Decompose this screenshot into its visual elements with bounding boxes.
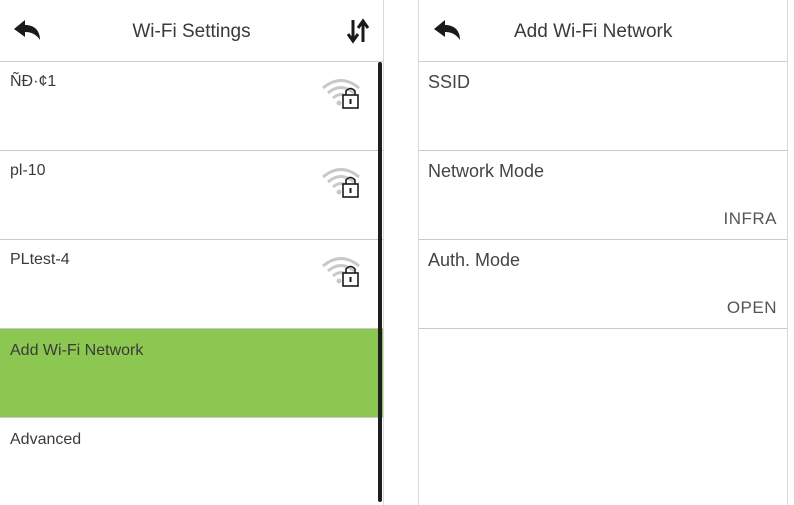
auth-mode-field[interactable]: Auth. Mode OPEN (419, 240, 787, 329)
wifi-settings-header: Wi-Fi Settings (0, 0, 383, 62)
page-title: Add Wi-Fi Network (514, 21, 673, 42)
sort-arrows-icon[interactable] (345, 18, 371, 44)
advanced-item[interactable]: Advanced (0, 418, 383, 505)
menu-item-label: Advanced (10, 431, 82, 448)
add-wifi-network-screen: Add Wi-Fi Network SSID Network Mode INFR… (418, 0, 788, 505)
wifi-locked-icon (322, 79, 360, 109)
network-ssid: pl-10 (10, 162, 46, 179)
network-row[interactable]: PLtest-4 (0, 240, 383, 329)
network-ssid: ÑÐ·¢1 (10, 73, 57, 90)
network-list: ÑÐ·¢1 pl-10 PLtest-4 Add Wi-Fi Network A… (0, 62, 383, 505)
field-label: SSID (428, 72, 471, 92)
network-row[interactable]: pl-10 (0, 151, 383, 240)
network-row[interactable]: ÑÐ·¢1 (0, 62, 383, 151)
wifi-locked-icon (322, 257, 360, 287)
menu-item-label: Add Wi-Fi Network (10, 342, 144, 359)
field-label: Network Mode (428, 161, 545, 181)
page-title: Wi-Fi Settings (132, 21, 251, 42)
ssid-field[interactable]: SSID (419, 62, 787, 151)
network-ssid: PLtest-4 (10, 251, 70, 268)
wifi-locked-icon (322, 168, 360, 198)
add-wifi-network-item[interactable]: Add Wi-Fi Network (0, 329, 383, 418)
scrollbar[interactable] (378, 62, 382, 502)
network-form: SSID Network Mode INFRA Auth. Mode OPEN (419, 62, 787, 329)
wifi-settings-screen: Wi-Fi Settings ÑÐ·¢1 pl-10 PLtest-4 Add … (0, 0, 384, 505)
field-value: OPEN (726, 298, 777, 317)
back-arrow-icon[interactable] (432, 18, 462, 44)
field-label: Auth. Mode (428, 250, 521, 270)
network-mode-field[interactable]: Network Mode INFRA (419, 151, 787, 240)
field-value: INFRA (723, 209, 777, 228)
add-wifi-header: Add Wi-Fi Network (419, 0, 787, 62)
